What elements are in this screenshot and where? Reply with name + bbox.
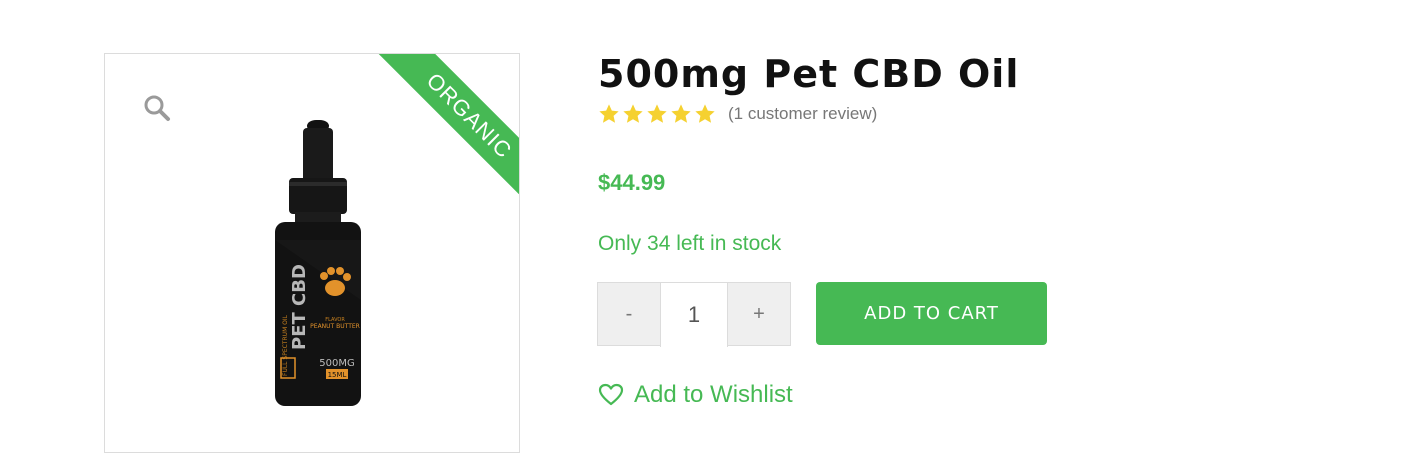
- star-icon: [695, 104, 715, 123]
- bottle-strength: 500MG: [319, 358, 354, 369]
- organic-badge: ORGANIC: [370, 54, 519, 194]
- heart-icon: [598, 383, 624, 406]
- star-icon: [647, 104, 667, 123]
- quantity-stepper: - +: [597, 282, 791, 347]
- wishlist-label: Add to Wishlist: [634, 381, 793, 408]
- product-image[interactable]: PET CBD FULL SPECTRUM OIL FLAVOR PEANUT …: [271, 120, 363, 410]
- product-title: 500mg Pet CBD Oil: [598, 52, 1020, 96]
- star-icon: [671, 104, 691, 123]
- stock-status: Only 34 left in stock: [598, 232, 782, 255]
- customer-review-link[interactable]: (1 customer review): [728, 104, 877, 124]
- bottle-volume: 15ML: [328, 371, 347, 379]
- bottle-brand-label: PET CBD: [289, 264, 310, 350]
- organic-ribbon: ORGANIC: [359, 54, 519, 194]
- add-to-wishlist-link[interactable]: Add to Wishlist: [598, 381, 793, 409]
- product-gallery: ORGANIC PET CBD FULL SPECTRUM OIL FLAVOR…: [104, 53, 520, 453]
- quantity-increase-button[interactable]: +: [728, 283, 790, 345]
- product-price: $44.99: [598, 170, 666, 195]
- quantity-input[interactable]: [660, 283, 728, 347]
- star-icon: [623, 104, 643, 123]
- bottle-sub-label: FULL SPECTRUM OIL: [282, 314, 289, 376]
- quantity-decrease-button[interactable]: -: [598, 283, 660, 345]
- bottle-flavor: PEANUT BUTTER: [310, 323, 360, 330]
- star-icon: [599, 104, 619, 123]
- rating-stars: [598, 103, 716, 125]
- product-rating: (1 customer review): [598, 103, 877, 125]
- magnifier-icon[interactable]: [143, 94, 171, 122]
- add-to-cart-button[interactable]: ADD TO CART: [816, 282, 1047, 345]
